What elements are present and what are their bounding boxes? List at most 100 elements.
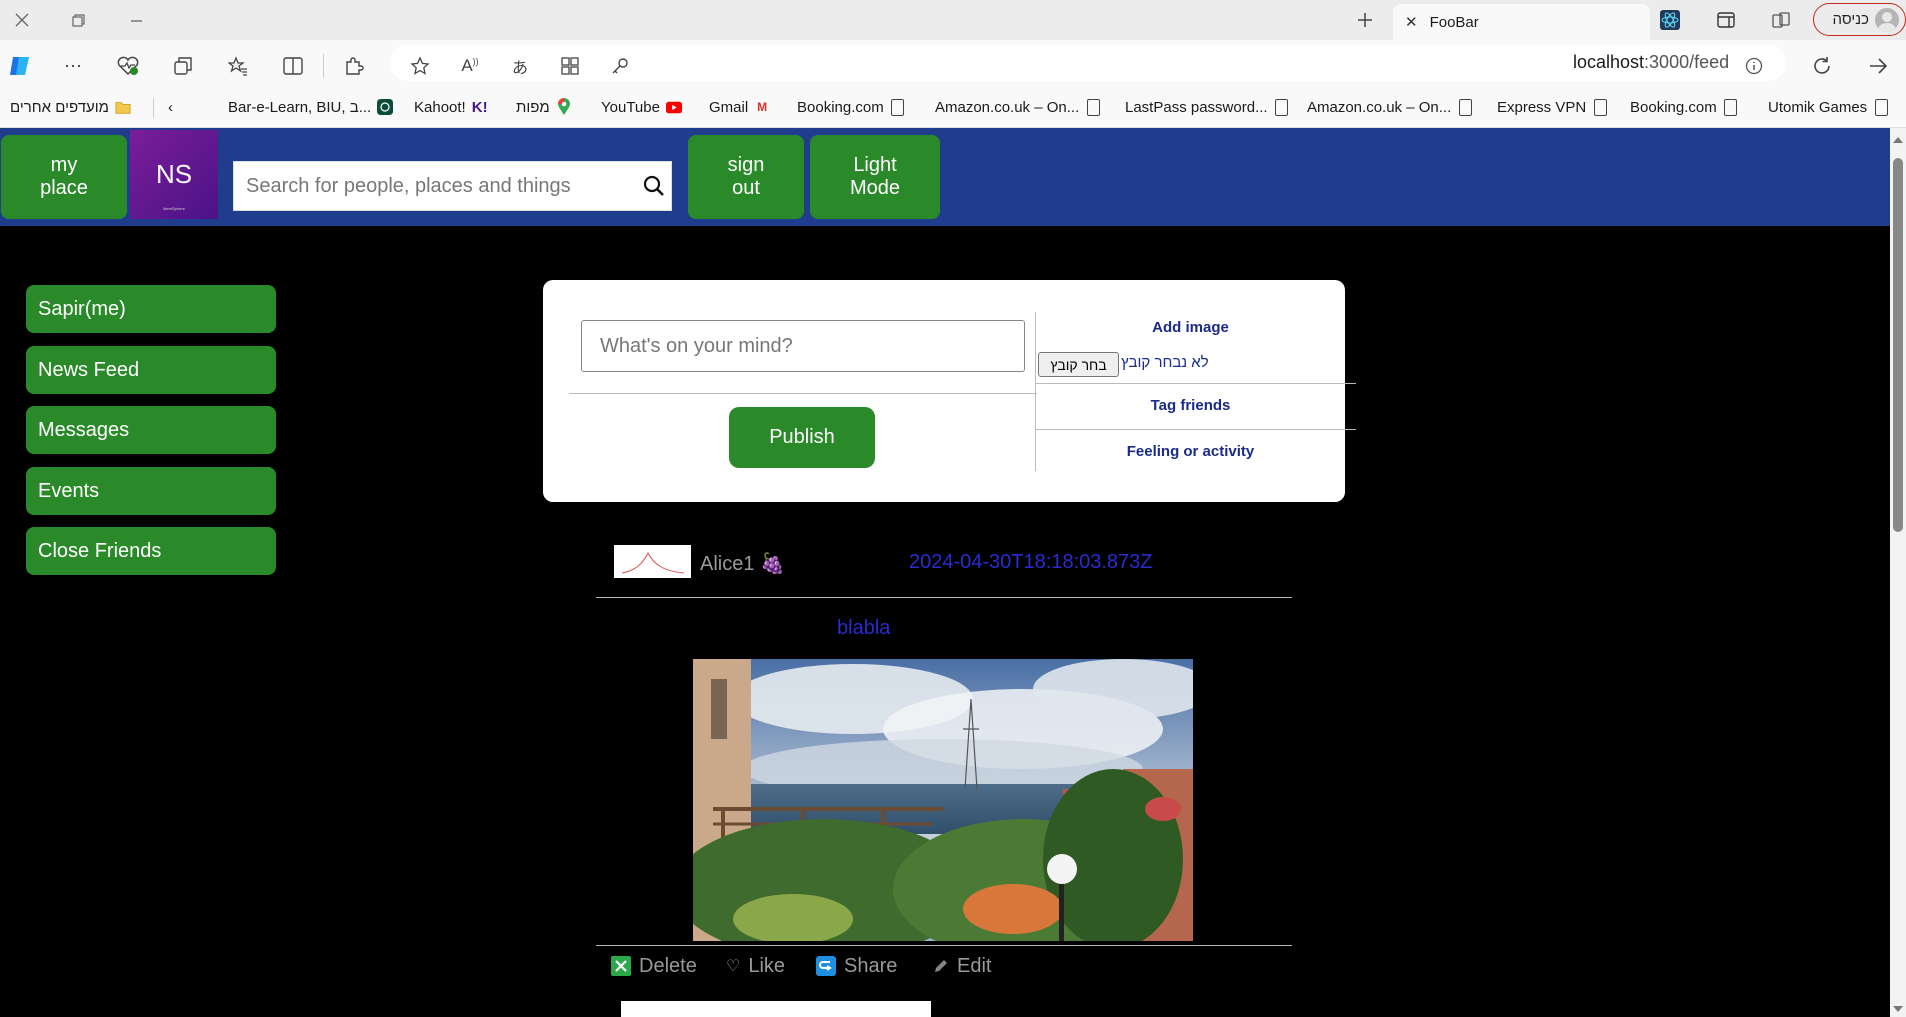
doc-icon (1274, 98, 1290, 116)
url-text[interactable]: localhost:3000/feed (1573, 52, 1729, 73)
heart-icon: ♡ (726, 958, 741, 975)
logo-text: NS (155, 159, 193, 189)
light-mode-button[interactable]: Light Mode (810, 135, 940, 219)
favorite-item[interactable]: Bar-e-Learn, BIU, ב... (228, 96, 394, 118)
tag-friends-option[interactable]: Tag friends (1036, 397, 1345, 414)
split-screen-button[interactable] (279, 52, 307, 80)
sidebar-item-profile[interactable]: Sapir(me) (26, 285, 276, 333)
choose-file-label: בחר קובץ (1050, 356, 1107, 373)
favorite-item[interactable]: Utomik Games (1768, 96, 1889, 118)
search-icon[interactable] (637, 175, 671, 197)
extensions-button[interactable] (340, 52, 368, 80)
favorite-item[interactable]: LastPass password... (1125, 96, 1290, 118)
favorite-label: LastPass password... (1125, 98, 1268, 116)
tag-friends-label: Tag friends (1150, 397, 1231, 414)
light-mode-label: Light Mode (849, 154, 901, 199)
app-available-button[interactable] (556, 52, 584, 80)
window-restore-button[interactable] (62, 6, 94, 34)
add-image-label: Add image (1152, 319, 1229, 336)
sidebar-item-messages[interactable]: Messages (26, 406, 276, 454)
favorite-item[interactable]: Gmail M (709, 96, 770, 118)
password-button[interactable] (606, 52, 634, 80)
forward-button[interactable] (1864, 52, 1892, 80)
my-place-button[interactable]: my place (1, 135, 127, 219)
post-author[interactable]: Alice1 🍇 (700, 551, 785, 576)
option-divider (1036, 383, 1356, 384)
sidebar-item-close-friends[interactable]: Close Friends (26, 527, 276, 575)
favorite-item[interactable]: Express VPN (1497, 96, 1608, 118)
react-extension-button[interactable] (1654, 6, 1686, 34)
publish-button[interactable]: Publish (729, 407, 875, 468)
favorite-item[interactable]: Amazon.co.uk – On... (1307, 96, 1473, 118)
window-minimize-button[interactable] (120, 6, 152, 34)
favorite-label: מפות (516, 98, 550, 116)
share-label: Share (844, 954, 898, 977)
refresh-icon (1814, 57, 1830, 74)
translate-button[interactable]: あ (506, 52, 534, 80)
logo-caption: MeetSphere (163, 206, 185, 211)
other-favorites-folder[interactable]: מועדפים אחרים (10, 96, 131, 118)
favorite-item[interactable]: Booking.com (797, 96, 906, 118)
browser-essentials-button[interactable] (114, 52, 142, 80)
window-close-button[interactable] (6, 6, 38, 34)
read-aloud-button[interactable]: A)) (456, 52, 484, 80)
doc-icon (1592, 98, 1608, 116)
favorites-scroll-left[interactable]: ‹ (168, 96, 173, 118)
sign-out-label: sign out (727, 154, 765, 199)
favorite-item[interactable]: Amazon.co.uk – On... (935, 96, 1101, 118)
search-input[interactable] (234, 162, 637, 210)
favorite-label: Express VPN (1497, 98, 1587, 116)
copilot-icon (10, 57, 29, 75)
like-button[interactable]: ♡ Like (726, 951, 785, 981)
choose-file-button[interactable]: בחר קובץ (1038, 352, 1119, 377)
browser-tab[interactable]: ✕ FooBar (1393, 4, 1650, 40)
post-image (693, 659, 1193, 941)
scroll-up-icon[interactable] (1890, 134, 1906, 146)
gmail-icon: M (757, 100, 768, 114)
share-button[interactable]: Share (816, 951, 897, 981)
comment-input[interactable] (621, 1001, 931, 1017)
post-composer: What's on your mind? Publish Add image ב… (543, 280, 1356, 502)
sidebar-item-events[interactable]: Events (26, 467, 276, 515)
pencil-icon (933, 958, 949, 974)
scroll-down-icon[interactable] (1890, 1003, 1906, 1015)
avatar-icon (1875, 7, 1899, 32)
edit-label: Edit (957, 954, 992, 977)
site-info-button[interactable] (1740, 52, 1768, 80)
favorite-item[interactable]: YouTube (601, 96, 682, 118)
feeling-option[interactable]: Feeling or activity (1036, 443, 1345, 460)
favorite-label: Utomik Games (1768, 98, 1868, 116)
favorite-item[interactable]: Kahoot! K! (414, 96, 488, 118)
url-host: localhost (1573, 52, 1645, 72)
workspaces-button[interactable] (1765, 6, 1797, 34)
more-icon: ⋯ (64, 55, 82, 76)
copilot-button[interactable] (6, 52, 34, 80)
scrollbar-thumb[interactable] (1893, 158, 1903, 532)
doc-icon (1873, 98, 1889, 116)
sidebar-item-news-feed[interactable]: News Feed (26, 346, 276, 394)
profile-button[interactable]: כניסה (1813, 3, 1906, 36)
sign-out-button[interactable]: sign out (688, 135, 804, 219)
add-image-option[interactable]: Add image (1036, 319, 1345, 336)
more-button[interactable]: ⋯ (59, 52, 87, 80)
favorite-label: מועדפים אחרים (10, 98, 109, 116)
new-tab-button[interactable] (1349, 6, 1381, 34)
sidebar-item-label: News Feed (38, 358, 140, 381)
panel-icon (1717, 12, 1735, 28)
delete-button[interactable]: Delete (611, 951, 697, 981)
favorite-item[interactable]: Booking.com (1630, 96, 1739, 118)
favorite-label: Bar-e-Learn, BIU, ב... (228, 98, 372, 116)
url-path: :3000/feed (1644, 52, 1730, 72)
refresh-button[interactable] (1808, 52, 1836, 80)
translate-icon: あ (511, 60, 528, 77)
favorites-button[interactable] (224, 52, 252, 80)
collections-button[interactable] (169, 52, 197, 80)
sidebar-item-label: Events (38, 479, 100, 502)
favorite-item[interactable]: מפות (516, 96, 572, 118)
post-text-input[interactable]: What's on your mind? (581, 320, 1025, 372)
add-favorite-button[interactable] (406, 52, 434, 80)
sidebar-toggle-button[interactable] (1710, 6, 1742, 34)
app-logo: NS MeetSphere (130, 130, 218, 219)
tab-close-icon[interactable]: ✕ (1405, 13, 1418, 31)
edit-button[interactable]: Edit (933, 951, 991, 981)
